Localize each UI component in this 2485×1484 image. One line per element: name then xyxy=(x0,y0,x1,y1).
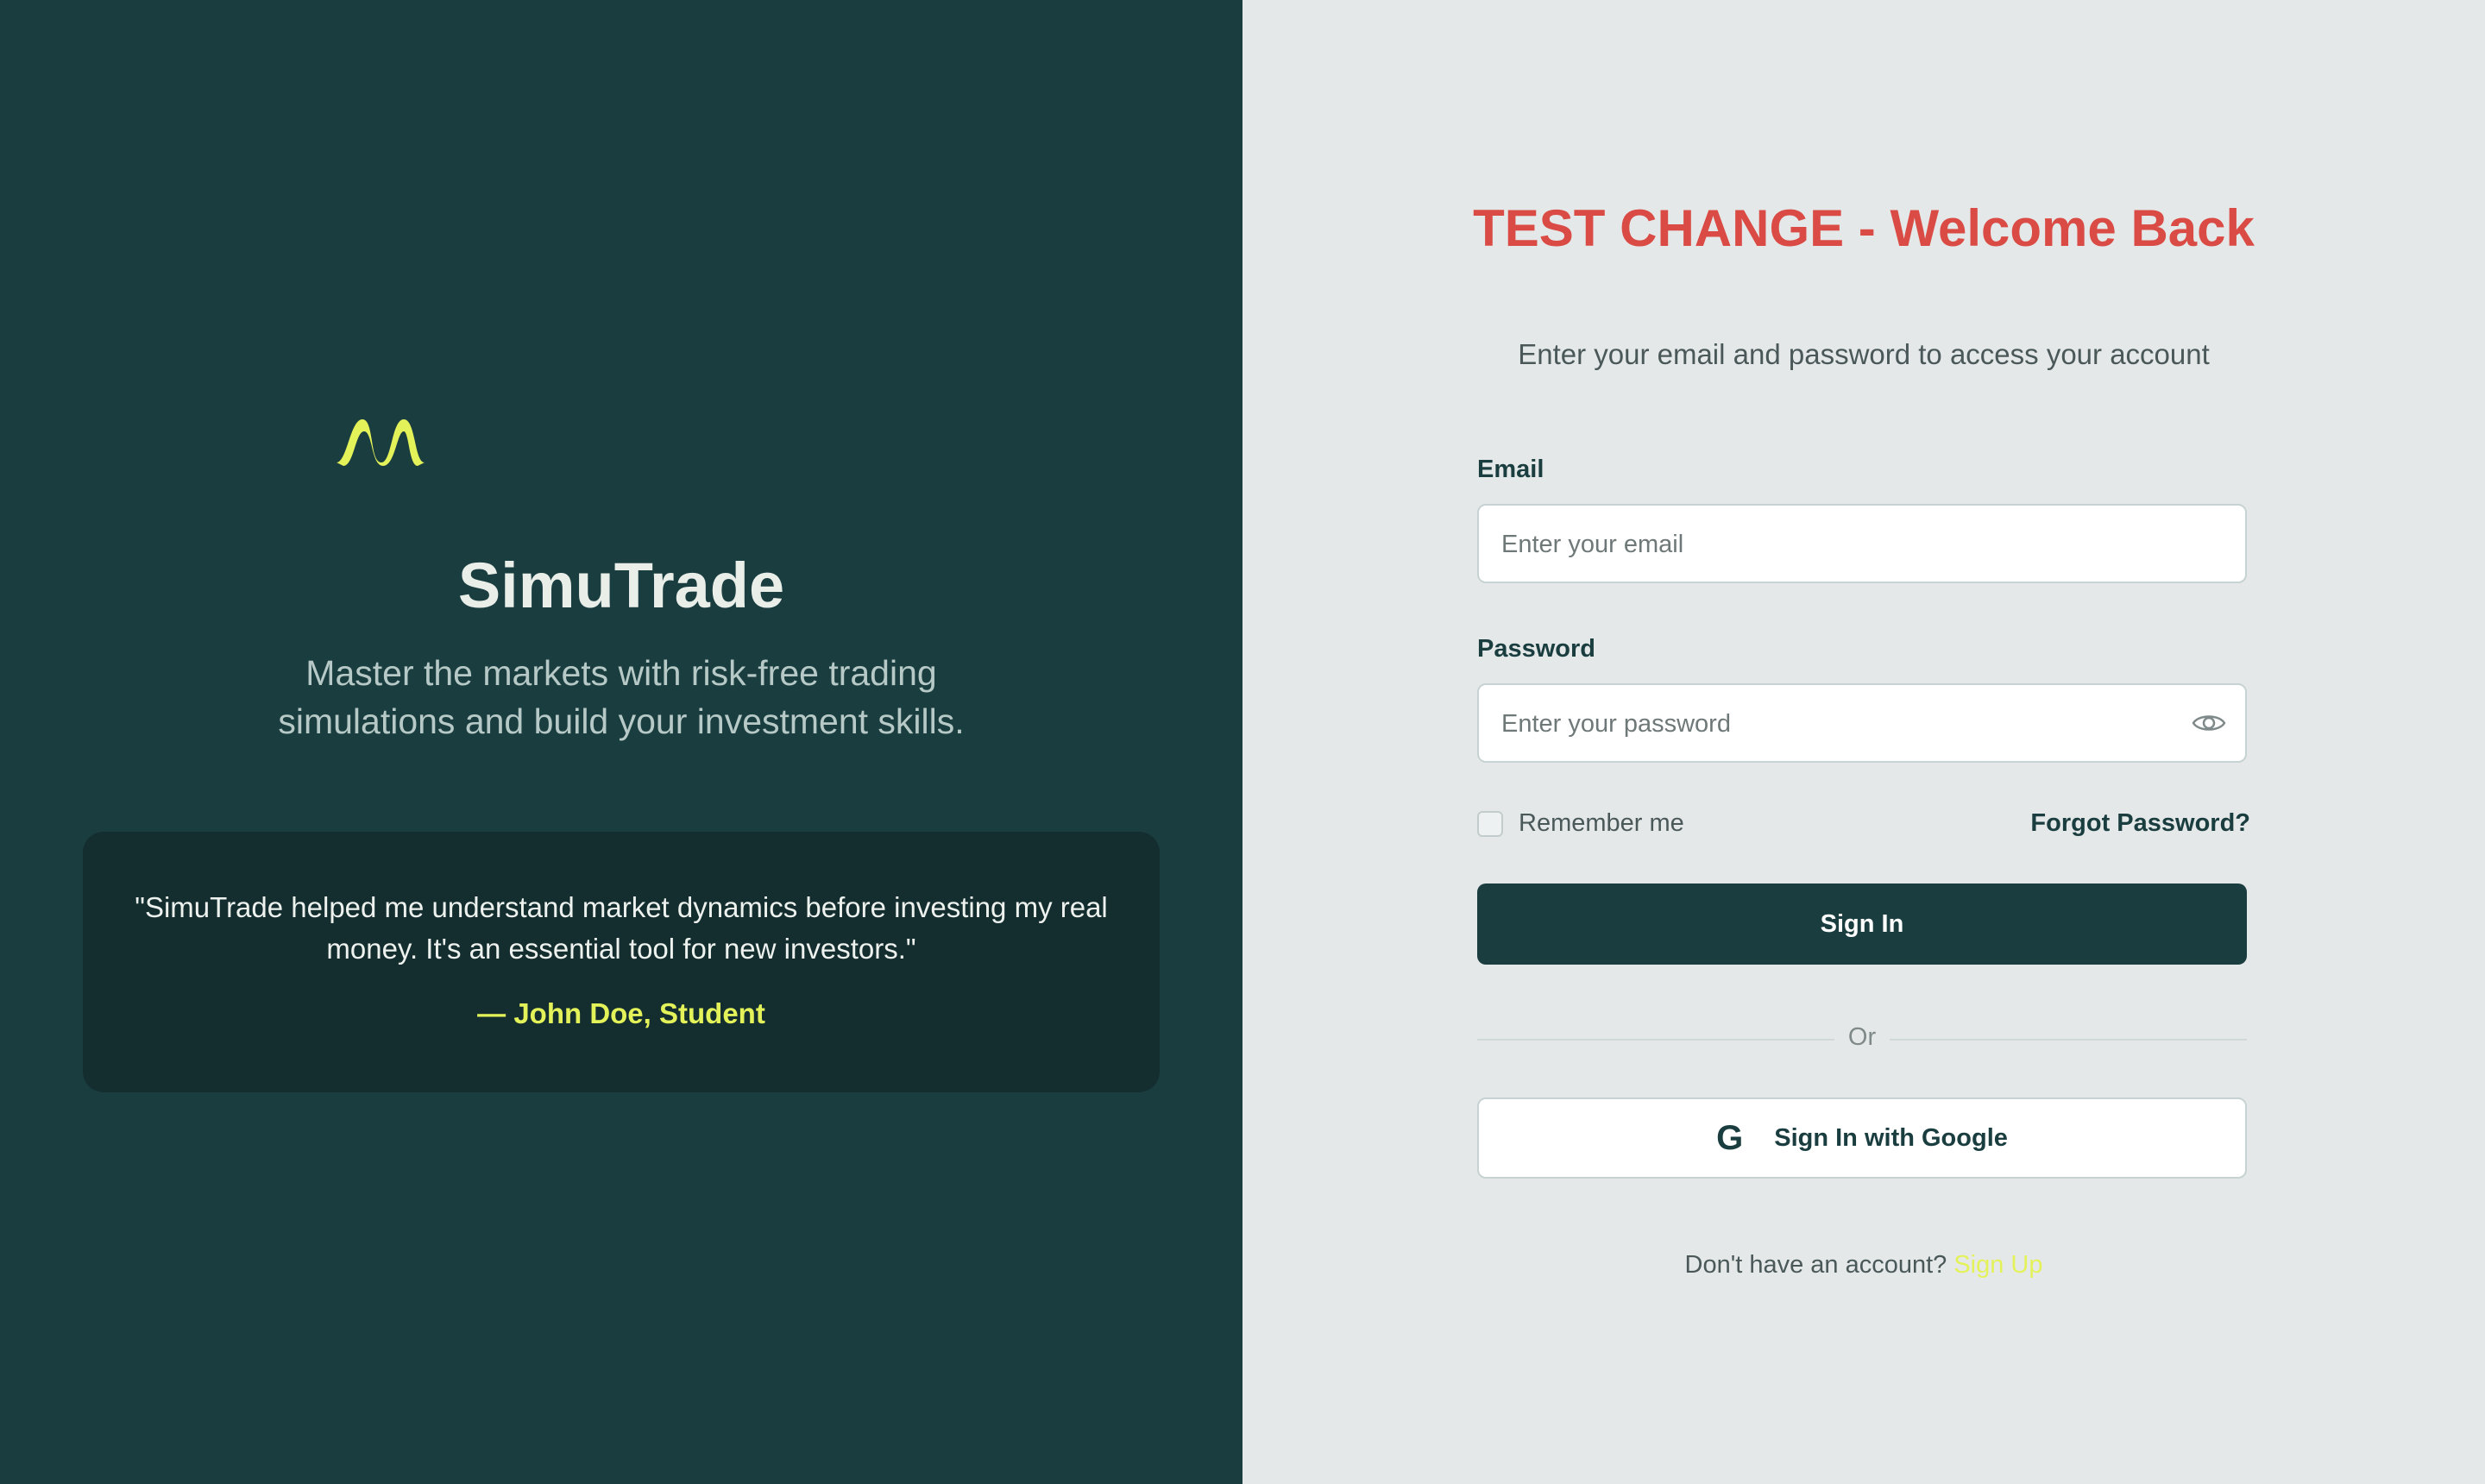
google-button-label: Sign In with Google xyxy=(1774,1123,2008,1152)
forgot-password-link[interactable]: Forgot Password? xyxy=(2030,809,2250,838)
remember-me[interactable]: Remember me xyxy=(1477,809,1684,838)
divider-label: Or xyxy=(1847,1023,1877,1051)
password-field-container xyxy=(1477,683,2247,763)
brand-name: SimuTrade xyxy=(457,550,785,621)
email-field[interactable] xyxy=(1500,506,2193,583)
testimonial-quote: "SimuTrade helped me understand market d… xyxy=(135,891,1108,965)
email-label: Email xyxy=(1477,456,1544,483)
sign-up-link[interactable]: Sign Up xyxy=(1953,1251,2042,1279)
eye-icon[interactable] xyxy=(2192,709,2226,737)
brand-tagline: Master the markets with risk-free tradin… xyxy=(278,653,965,741)
remember-checkbox[interactable] xyxy=(1477,810,1503,837)
page-title: TEST CHANGE - Welcome Back xyxy=(1473,199,2255,257)
remember-label: Remember me xyxy=(1519,809,1684,837)
testimonial-author: — John Doe, Student xyxy=(477,997,765,1029)
password-label: Password xyxy=(1477,635,1595,663)
divider-line-right xyxy=(1890,1039,2247,1041)
signup-prompt: Don't have an account? Sign Up xyxy=(1415,1251,2312,1280)
brand-panel: SimuTrade Master the markets with risk-f… xyxy=(0,0,1242,1484)
signup-prompt-text: Don't have an account? xyxy=(1684,1251,1947,1279)
email-field-container xyxy=(1477,504,2247,583)
google-sign-in-button[interactable]: G Sign In with Google xyxy=(1477,1097,2247,1179)
page-subtitle: Enter your email and password to access … xyxy=(1518,338,2210,370)
google-icon: G xyxy=(1716,1119,1744,1157)
wave-logo-icon xyxy=(337,419,425,466)
testimonial-card: "SimuTrade helped me understand market d… xyxy=(83,832,1160,1092)
password-field[interactable] xyxy=(1500,685,2193,763)
sign-in-button[interactable]: Sign In xyxy=(1477,883,2247,965)
or-divider: Or xyxy=(1477,1023,2247,1054)
